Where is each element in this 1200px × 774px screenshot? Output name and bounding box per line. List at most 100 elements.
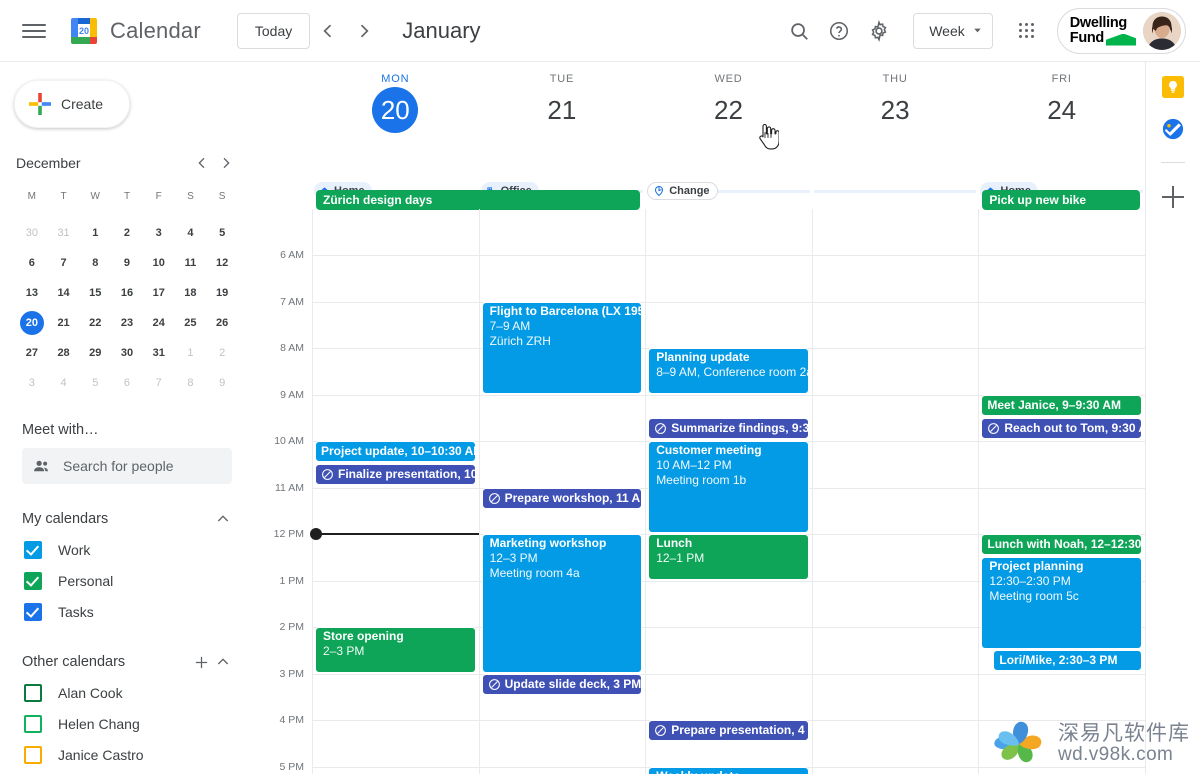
create-button[interactable]: Create [14, 80, 130, 128]
mini-calendar-day[interactable]: 2 [206, 338, 238, 368]
calendar-event[interactable]: Meet Janice, 9–9:30 AM [981, 395, 1142, 416]
calendar-event[interactable]: Lunch with Noah, 12–12:30 PM [981, 534, 1142, 555]
logo-day-number: 20 [79, 26, 89, 36]
mini-calendar-day[interactable]: 14 [48, 278, 80, 308]
my-calendar-item[interactable]: Personal [0, 565, 256, 596]
mini-calendar-day[interactable]: 31 [143, 338, 175, 368]
add-other-calendar-icon[interactable] [190, 651, 212, 673]
avatar[interactable] [1143, 12, 1181, 50]
google-keep-icon[interactable] [1162, 76, 1184, 98]
mini-calendar-day[interactable]: 13 [16, 278, 48, 308]
mini-calendar-day[interactable]: 24 [143, 308, 175, 338]
mini-calendar-day[interactable]: 3 [143, 218, 175, 248]
previous-period-button[interactable] [310, 13, 346, 49]
account-brand-chip[interactable]: Dwelling Fund [1057, 8, 1186, 54]
settings-gear-icon[interactable] [859, 11, 899, 51]
mini-calendar-day[interactable]: 8 [175, 368, 207, 398]
mini-calendar-day[interactable]: 9 [111, 248, 143, 278]
mini-calendar-next-button[interactable] [214, 151, 238, 175]
mini-calendar-day[interactable]: 5 [79, 368, 111, 398]
calendar-event[interactable]: Project update, 10–10:30 AM [315, 441, 476, 462]
calendar-event[interactable]: Project planning12:30–2:30 PMMeeting roo… [981, 557, 1142, 649]
mini-calendar-day[interactable]: 10 [143, 248, 175, 278]
mini-calendar-day[interactable]: 5 [206, 218, 238, 248]
help-icon[interactable] [819, 11, 859, 51]
view-selector[interactable]: Week [913, 13, 993, 49]
task-event[interactable]: Prepare presentation, 4 PM [648, 720, 809, 741]
mini-calendar-day[interactable]: 11 [175, 248, 207, 278]
get-addons-icon[interactable] [1161, 185, 1185, 209]
mini-calendar-day[interactable]: 29 [79, 338, 111, 368]
calendar-checkbox[interactable] [24, 715, 42, 733]
calendar-event[interactable]: Flight to Barcelona (LX 1954)7–9 AMZüric… [482, 302, 643, 394]
hour-label: 12 PM [256, 528, 304, 540]
calendar-checkbox[interactable] [24, 603, 42, 621]
mini-calendar-day[interactable]: 18 [175, 278, 207, 308]
search-icon[interactable] [779, 11, 819, 51]
main-menu-icon[interactable] [20, 17, 48, 45]
chevron-up-icon[interactable] [212, 508, 234, 530]
mini-calendar-day[interactable]: 22 [79, 308, 111, 338]
mini-calendar-day[interactable]: 31 [48, 218, 80, 248]
mini-calendar-day[interactable]: 9 [206, 368, 238, 398]
mini-calendar-day[interactable]: 4 [48, 368, 80, 398]
mini-calendar-day[interactable]: 25 [175, 308, 207, 338]
mini-calendar-day[interactable]: 15 [79, 278, 111, 308]
mini-calendar-day[interactable]: 8 [79, 248, 111, 278]
search-people-field[interactable]: Search for people [22, 448, 232, 484]
calendar-event[interactable]: Store opening2–3 PM [315, 627, 476, 673]
mini-calendar-day[interactable]: 30 [111, 338, 143, 368]
hour-label: 11 AM [256, 482, 304, 494]
task-event[interactable]: Finalize presentation, 10:30 AM [315, 464, 476, 485]
view-selector-label: Week [929, 23, 965, 39]
calendar-checkbox[interactable] [24, 746, 42, 764]
mini-calendar-prev-button[interactable] [190, 151, 214, 175]
mini-calendar-day[interactable]: 28 [48, 338, 80, 368]
calendar-checkbox[interactable] [24, 541, 42, 559]
google-tasks-icon[interactable] [1162, 118, 1184, 140]
mini-calendar-day[interactable]: 6 [16, 248, 48, 278]
my-calendar-item[interactable]: Work [0, 534, 256, 565]
other-calendar-item[interactable]: Helen Chang [0, 708, 256, 739]
calendar-event[interactable]: Planning update8–9 AM, Conference room 2… [648, 348, 809, 394]
task-event[interactable]: Summarize findings, 9:30 AM [648, 418, 809, 439]
my-calendar-item[interactable]: Tasks [0, 596, 256, 627]
google-apps-icon[interactable] [1007, 11, 1047, 51]
task-event[interactable]: Prepare workshop, 11 AM [482, 488, 643, 509]
mini-calendar-day[interactable]: 1 [79, 218, 111, 248]
mini-calendar-day[interactable]: 30 [16, 218, 48, 248]
other-calendar-item[interactable]: Alan Cook [0, 677, 256, 708]
mini-calendar-day[interactable]: 26 [206, 308, 238, 338]
today-button[interactable]: Today [237, 13, 310, 49]
other-calendar-item[interactable]: Lori Cole [0, 770, 256, 774]
mini-calendar-day[interactable]: 4 [175, 218, 207, 248]
task-event[interactable]: Reach out to Tom, 9:30 AM [981, 418, 1142, 439]
mini-calendar-day[interactable]: 3 [16, 368, 48, 398]
mini-calendar-day[interactable]: 21 [48, 308, 80, 338]
chevron-up-icon[interactable] [212, 651, 234, 673]
mini-calendar-day[interactable]: 16 [111, 278, 143, 308]
mini-calendar-day[interactable]: 27 [16, 338, 48, 368]
next-period-button[interactable] [346, 13, 382, 49]
mini-calendar-day[interactable]: 12 [206, 248, 238, 278]
other-calendars-header[interactable]: Other calendars [0, 647, 256, 677]
mini-calendar-day[interactable]: 23 [111, 308, 143, 338]
calendar-event[interactable]: Lunch12–1 PM [648, 534, 809, 580]
mini-calendar-day[interactable]: 17 [143, 278, 175, 308]
mini-calendar-day[interactable]: 7 [143, 368, 175, 398]
mini-calendar-day[interactable]: 6 [111, 368, 143, 398]
mini-calendar-day[interactable]: 19 [206, 278, 238, 308]
calendar-event[interactable]: Weekly update5–6 PM, Meeting room 2c [648, 767, 809, 774]
calendar-event[interactable]: Customer meeting10 AM–12 PMMeeting room … [648, 441, 809, 533]
mini-calendar-day[interactable]: 1 [175, 338, 207, 368]
other-calendar-item[interactable]: Janice Castro [0, 739, 256, 770]
task-event[interactable]: Update slide deck, 3 PM [482, 674, 643, 695]
calendar-checkbox[interactable] [24, 572, 42, 590]
calendar-event[interactable]: Marketing workshop12–3 PMMeeting room 4a [482, 534, 643, 673]
calendar-event[interactable]: Lori/Mike, 2:30–3 PM [993, 650, 1142, 671]
calendar-checkbox[interactable] [24, 684, 42, 702]
mini-calendar-day[interactable]: 2 [111, 218, 143, 248]
mini-calendar-day[interactable]: 7 [48, 248, 80, 278]
my-calendars-header[interactable]: My calendars [0, 504, 256, 534]
mini-calendar-day[interactable]: 20 [16, 308, 48, 338]
